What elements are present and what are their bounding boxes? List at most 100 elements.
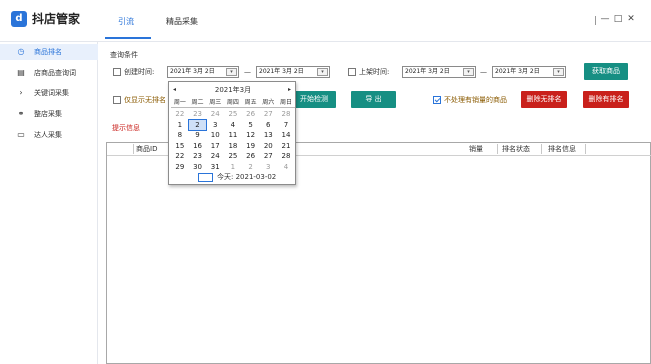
calendar-day[interactable]: 24 bbox=[206, 109, 224, 120]
sidebar: ◷ 商品排名 ▤ 店商品查询词 › 关键词采集 ⚭ 整店采集 ▭ 达人采集 bbox=[0, 42, 98, 364]
calendar-day[interactable]: 2 bbox=[187, 118, 208, 131]
calendar-day[interactable]: 8 bbox=[171, 130, 189, 141]
shelf-time-from-picker[interactable]: 2021年 3月 2日 ▾ bbox=[402, 66, 476, 78]
create-time-to-picker[interactable]: 2021年 3月 2日 ▾ bbox=[256, 66, 330, 78]
column-header-sales[interactable]: 销量 bbox=[469, 143, 483, 155]
calendar-day[interactable]: 16 bbox=[189, 141, 207, 152]
sidebar-item-influencer-collect[interactable]: ▭ 达人采集 bbox=[0, 127, 98, 143]
today-label[interactable]: 今天: 2021-03-02 bbox=[217, 172, 276, 182]
calendar-day[interactable]: 18 bbox=[224, 141, 242, 152]
column-divider bbox=[541, 144, 542, 154]
calendar-day[interactable]: 30 bbox=[189, 162, 207, 173]
calendar-day[interactable]: 7 bbox=[277, 120, 295, 131]
calendar-day[interactable]: 6 bbox=[259, 120, 277, 131]
app-title: 抖店管家 bbox=[32, 12, 81, 26]
calendar-day[interactable]: 26 bbox=[242, 151, 260, 162]
calendar-day[interactable]: 31 bbox=[206, 162, 224, 173]
sidebar-item-shop-query-words[interactable]: ▤ 店商品查询词 bbox=[0, 65, 98, 81]
calendar-day[interactable]: 22 bbox=[171, 109, 189, 120]
calendar-dropdown-icon[interactable]: ▾ bbox=[226, 68, 237, 76]
sidebar-item-label: 达人采集 bbox=[34, 131, 62, 139]
calendar-day[interactable]: 1 bbox=[171, 120, 189, 131]
calendar-day[interactable]: 27 bbox=[259, 151, 277, 162]
tip-info-label: 提示信息 bbox=[112, 124, 140, 132]
column-divider bbox=[585, 144, 586, 154]
shelf-time-label: 上架时间: bbox=[359, 68, 390, 76]
column-divider bbox=[497, 144, 498, 154]
minimize-icon[interactable]: — bbox=[600, 12, 610, 26]
start-check-button[interactable]: 开始检测 bbox=[292, 91, 336, 108]
calendar-day-grid[interactable]: 22 23 24 25 26 27 28 1 2 3 4 5 6 7 8 9 10 11 12 13 14 15 16 17 1… bbox=[171, 109, 295, 172]
window-controls-divider bbox=[595, 16, 596, 25]
create-time-from-picker[interactable]: 2021年 3月 2日 ▾ bbox=[167, 66, 239, 78]
calendar-day[interactable]: 21 bbox=[277, 141, 295, 152]
calendar-day[interactable]: 4 bbox=[277, 162, 295, 173]
weekday-label: 周六 bbox=[262, 99, 275, 106]
calendar-day[interactable]: 19 bbox=[242, 141, 260, 152]
maximize-icon[interactable]: □ bbox=[613, 12, 623, 26]
calendar-day[interactable]: 27 bbox=[259, 109, 277, 120]
only-unranked-label: 仅显示无排名 bbox=[124, 96, 166, 104]
calendar-day[interactable]: 11 bbox=[224, 130, 242, 141]
calendar-dropdown-icon[interactable]: ▾ bbox=[463, 68, 474, 76]
date-value: 2021年 3月 2日 bbox=[495, 68, 540, 75]
column-header-rank-status[interactable]: 排名状态 bbox=[502, 143, 530, 155]
calendar-day[interactable]: 23 bbox=[189, 109, 207, 120]
calendar-day[interactable]: 29 bbox=[171, 162, 189, 173]
column-header-product-id[interactable]: 商品ID bbox=[136, 143, 157, 155]
calendar-day[interactable]: 14 bbox=[277, 130, 295, 141]
create-time-checkbox[interactable] bbox=[113, 68, 121, 76]
document-icon: ▤ bbox=[17, 68, 25, 77]
sidebar-item-label: 店商品查询词 bbox=[34, 69, 76, 77]
calendar-day[interactable]: 13 bbox=[259, 130, 277, 141]
calendar-day[interactable]: 28 bbox=[277, 109, 295, 120]
column-header-rank-info[interactable]: 排名信息 bbox=[548, 143, 576, 155]
close-icon[interactable]: ✕ bbox=[626, 12, 636, 26]
chevron-right-icon: › bbox=[19, 88, 23, 97]
calendar-day[interactable]: 25 bbox=[224, 109, 242, 120]
delete-unranked-button[interactable]: 删除无排名 bbox=[521, 91, 567, 108]
sidebar-item-product-rank[interactable]: ◷ 商品排名 bbox=[0, 44, 98, 60]
tab-drain[interactable]: 引流 bbox=[118, 16, 134, 28]
tab-premium-collect[interactable]: 精品采集 bbox=[166, 16, 198, 28]
calendar-day[interactable]: 3 bbox=[259, 162, 277, 173]
next-month-icon[interactable]: ▸ bbox=[288, 85, 291, 95]
create-time-label: 创建时间: bbox=[124, 68, 155, 76]
calendar-day[interactable]: 5 bbox=[242, 120, 260, 131]
calendar-day[interactable]: 9 bbox=[189, 130, 207, 141]
calendar-day[interactable]: 28 bbox=[277, 151, 295, 162]
export-button[interactable]: 导 出 bbox=[351, 91, 396, 108]
calendar-day[interactable]: 25 bbox=[224, 151, 242, 162]
calendar-day[interactable]: 17 bbox=[206, 141, 224, 152]
sidebar-item-shop-collect[interactable]: ⚭ 整店采集 bbox=[0, 106, 98, 122]
calendar-day[interactable]: 2 bbox=[242, 162, 260, 173]
sidebar-item-keyword-collect[interactable]: › 关键词采集 bbox=[0, 85, 98, 101]
calendar-day[interactable]: 4 bbox=[224, 120, 242, 131]
calendar-day[interactable]: 24 bbox=[206, 151, 224, 162]
calendar-day[interactable]: 26 bbox=[242, 109, 260, 120]
delete-ranked-button[interactable]: 删除有排名 bbox=[583, 91, 629, 108]
shelf-time-to-picker[interactable]: 2021年 3月 2日 ▾ bbox=[492, 66, 566, 78]
today-marker[interactable] bbox=[198, 173, 213, 182]
calendar-day[interactable]: 12 bbox=[242, 130, 260, 141]
only-unranked-checkbox[interactable] bbox=[113, 96, 121, 104]
no-sales-checkbox[interactable] bbox=[433, 96, 441, 104]
calendar-day[interactable]: 10 bbox=[206, 130, 224, 141]
date-value: 2021年 3月 2日 bbox=[170, 68, 215, 75]
weekday-label: 周五 bbox=[244, 99, 257, 106]
calendar-day[interactable]: 1 bbox=[224, 162, 242, 173]
weekday-label: 周一 bbox=[173, 99, 186, 106]
calendar-day[interactable]: 22 bbox=[171, 151, 189, 162]
weekday-label: 周三 bbox=[209, 99, 222, 106]
shelf-time-checkbox[interactable] bbox=[348, 68, 356, 76]
calendar-day[interactable]: 3 bbox=[206, 120, 224, 131]
calendar-dropdown-icon[interactable]: ▾ bbox=[317, 68, 328, 76]
calendar-dropdown-icon[interactable]: ▾ bbox=[553, 68, 564, 76]
get-goods-button[interactable]: 获取商品 bbox=[584, 63, 628, 80]
calendar-day[interactable]: 15 bbox=[171, 141, 189, 152]
date-picker-calendar[interactable]: ◂ 2021年3月 ▸ 周一 周二 周三 周四 周五 周六 周日 22 23 24 25 26 27 2… bbox=[168, 81, 296, 185]
calendar-week-row: 22 23 24 25 26 27 28 bbox=[171, 151, 295, 162]
calendar-month-title: 2021年3月 bbox=[214, 86, 252, 94]
calendar-day[interactable]: 23 bbox=[189, 151, 207, 162]
calendar-day[interactable]: 20 bbox=[259, 141, 277, 152]
